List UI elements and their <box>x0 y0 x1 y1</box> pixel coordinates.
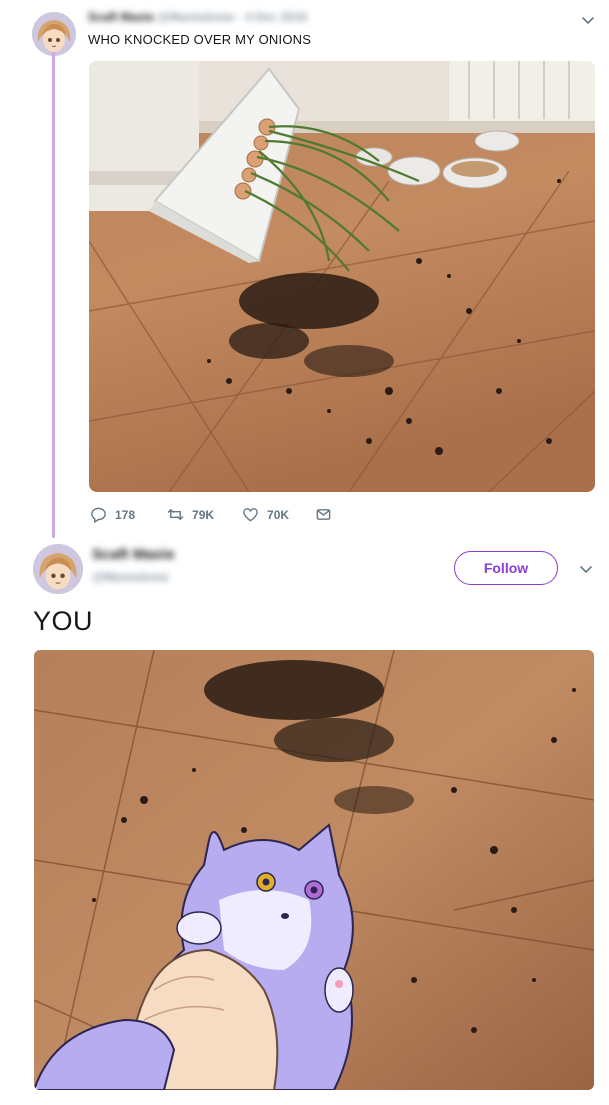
photo-onions-spilled <box>89 61 595 492</box>
retweet-count: 79K <box>192 507 215 522</box>
like-count: 70K <box>267 507 290 522</box>
tweet-text: WHO KNOCKED OVER MY ONIONS <box>88 32 312 47</box>
tweet-photo-cat[interactable] <box>34 650 594 1090</box>
like-action[interactable]: 70K <box>242 506 289 523</box>
author-handle[interactable]: @Maxiedome <box>92 570 169 584</box>
like-icon <box>243 508 258 522</box>
avatar[interactable] <box>32 12 76 56</box>
photo-cat-drawing <box>34 650 594 1090</box>
reply-count: 178 <box>115 507 136 522</box>
message-icon <box>316 509 331 520</box>
reply-icon <box>91 507 106 523</box>
chevron-down-icon[interactable] <box>580 12 596 28</box>
reply-action[interactable]: 178 <box>90 506 135 523</box>
tweet-actions: 178 79K 70K <box>90 506 362 523</box>
tweet-photo-onions[interactable] <box>89 61 595 492</box>
author-name[interactable]: Scaft Maxie <box>88 10 154 24</box>
retweet-icon <box>167 509 184 520</box>
tweet-text: YOU <box>33 606 94 636</box>
author-handle[interactable]: @Maxiedome <box>157 10 234 24</box>
thread-line <box>52 52 55 538</box>
chevron-down-icon[interactable] <box>578 561 594 577</box>
avatar-image <box>33 544 83 594</box>
retweet-action[interactable]: 79K <box>167 506 214 523</box>
tweet1-header: Scaft Maxie @Maxiedome · 4 Dec 2016 <box>88 10 307 24</box>
avatar[interactable] <box>33 544 83 594</box>
message-action[interactable] <box>315 506 340 523</box>
author-name[interactable]: Scaft Maxie <box>92 546 175 563</box>
avatar-image <box>32 12 76 56</box>
tweet-date[interactable]: · 4 Dec 2016 <box>238 10 307 24</box>
follow-button[interactable]: Follow <box>454 551 558 585</box>
